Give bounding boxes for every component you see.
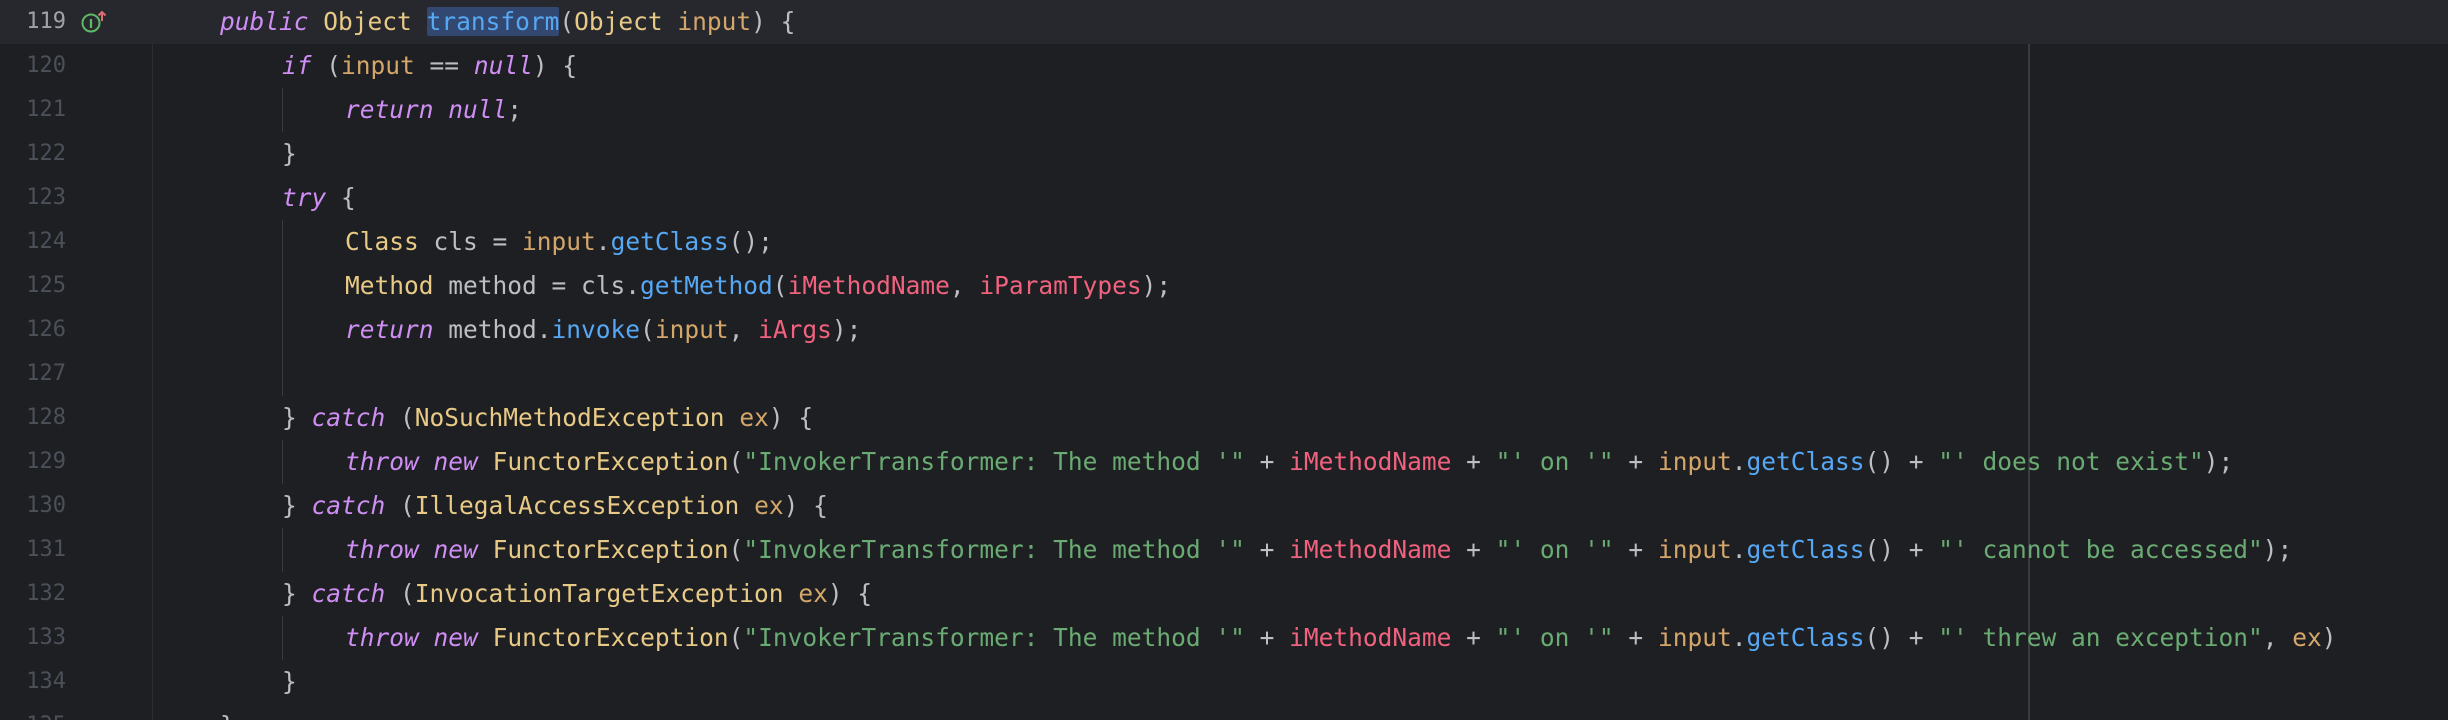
code-text: if (input == null) { — [282, 51, 578, 80]
code-line[interactable]: 122 } — [0, 132, 2448, 176]
indent-guide — [282, 264, 283, 308]
code-line[interactable]: 133 throw new FunctorException("InvokerT… — [0, 616, 2448, 660]
code-line[interactable]: 127 — [0, 352, 2448, 396]
line-number: 124 — [26, 229, 66, 254]
indent-guide — [282, 352, 283, 396]
code-text: } catch (InvocationTargetException ex) { — [282, 579, 873, 608]
line-number: 135 — [0, 704, 66, 720]
method-name-highlight: transform — [426, 7, 560, 36]
implements-method-icon[interactable]: I — [80, 0, 110, 44]
code-line[interactable]: 119 I public Object transform(Object inp… — [0, 0, 2448, 44]
code-line[interactable]: 125 Method method = cls.getMethod(iMetho… — [0, 264, 2448, 308]
code-text: } — [282, 139, 297, 168]
code-text: throw new FunctorException("InvokerTrans… — [345, 447, 2234, 476]
code-line[interactable]: 123 try { — [0, 176, 2448, 220]
indent-guide — [282, 440, 283, 484]
code-line[interactable]: 130 } catch (IllegalAccessException ex) … — [0, 484, 2448, 528]
code-line[interactable]: 134 } — [0, 660, 2448, 704]
code-line[interactable]: 120 if (input == null) { — [0, 44, 2448, 88]
code-line[interactable]: 126 return method.invoke(input, iArgs); — [0, 308, 2448, 352]
code-line[interactable]: 124 Class cls = input.getClass(); — [0, 220, 2448, 264]
code-text: return null; — [345, 95, 523, 124]
code-text: try { — [282, 183, 356, 212]
code-text: } catch (NoSuchMethodException ex) { — [282, 403, 814, 432]
line-number: 131 — [26, 537, 66, 562]
line-number: 125 — [26, 273, 66, 298]
line-number: 130 — [26, 493, 66, 518]
code-lines: 119 I public Object transform(Object inp… — [0, 0, 2448, 720]
line-number: 129 — [26, 449, 66, 474]
indent-guide — [282, 616, 283, 660]
line-number: 123 — [26, 185, 66, 210]
code-editor[interactable]: 119 I public Object transform(Object inp… — [0, 0, 2448, 720]
code-line[interactable]: 129 throw new FunctorException("InvokerT… — [0, 440, 2448, 484]
line-number: 122 — [26, 141, 66, 166]
line-number: 121 — [26, 97, 66, 122]
code-line[interactable]: 121 return null; — [0, 88, 2448, 132]
code-line[interactable]: 135 } — [0, 704, 2448, 720]
line-number: 119 — [26, 9, 66, 34]
code-text: throw new FunctorException("InvokerTrans… — [345, 623, 2337, 652]
line-number: 127 — [26, 361, 66, 386]
svg-text:I: I — [89, 17, 93, 31]
indent-guide — [282, 308, 283, 352]
line-number: 132 — [26, 581, 66, 606]
code-text: Class cls = input.getClass(); — [345, 227, 773, 256]
code-text: return method.invoke(input, iArgs); — [345, 315, 862, 344]
code-text: } — [282, 667, 297, 696]
line-number: 120 — [26, 53, 66, 78]
indent-guide — [282, 88, 283, 132]
code-text: public Object transform(Object input) { — [220, 7, 796, 36]
indent-guide — [282, 528, 283, 572]
code-line[interactable]: 131 throw new FunctorException("InvokerT… — [0, 528, 2448, 572]
code-text: throw new FunctorException("InvokerTrans… — [345, 535, 2293, 564]
code-line[interactable]: 128 } catch (NoSuchMethodException ex) { — [0, 396, 2448, 440]
code-line[interactable]: 132 } catch (InvocationTargetException e… — [0, 572, 2448, 616]
line-number: 128 — [26, 405, 66, 430]
line-number: 134 — [26, 669, 66, 694]
line-number: 126 — [26, 317, 66, 342]
line-number: 133 — [26, 625, 66, 650]
code-text: Method method = cls.getMethod(iMethodNam… — [345, 271, 1172, 300]
code-text: } — [220, 704, 235, 720]
code-text: } catch (IllegalAccessException ex) { — [282, 491, 828, 520]
indent-guide — [282, 220, 283, 264]
